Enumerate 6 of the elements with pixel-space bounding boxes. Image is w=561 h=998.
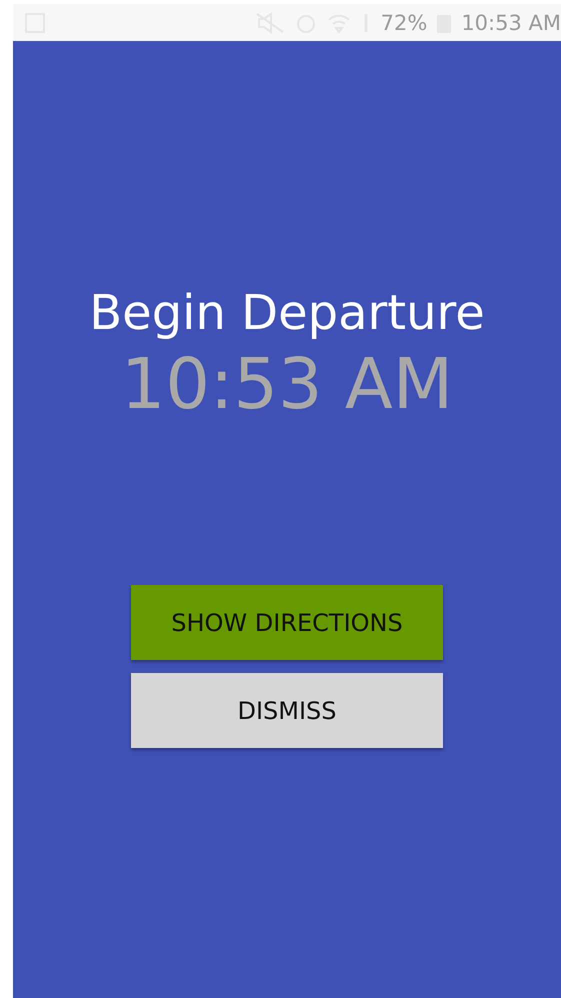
battery-percent: 72% <box>380 10 428 34</box>
status-time: 10:53 AM <box>461 10 561 34</box>
show-directions-button[interactable]: SHOW DIRECTIONS <box>131 585 443 660</box>
alarm-title: Begin Departure <box>89 285 485 341</box>
dismiss-button[interactable]: DISMISS <box>131 673 443 748</box>
alarm-time: 10:53 AM <box>120 343 454 425</box>
